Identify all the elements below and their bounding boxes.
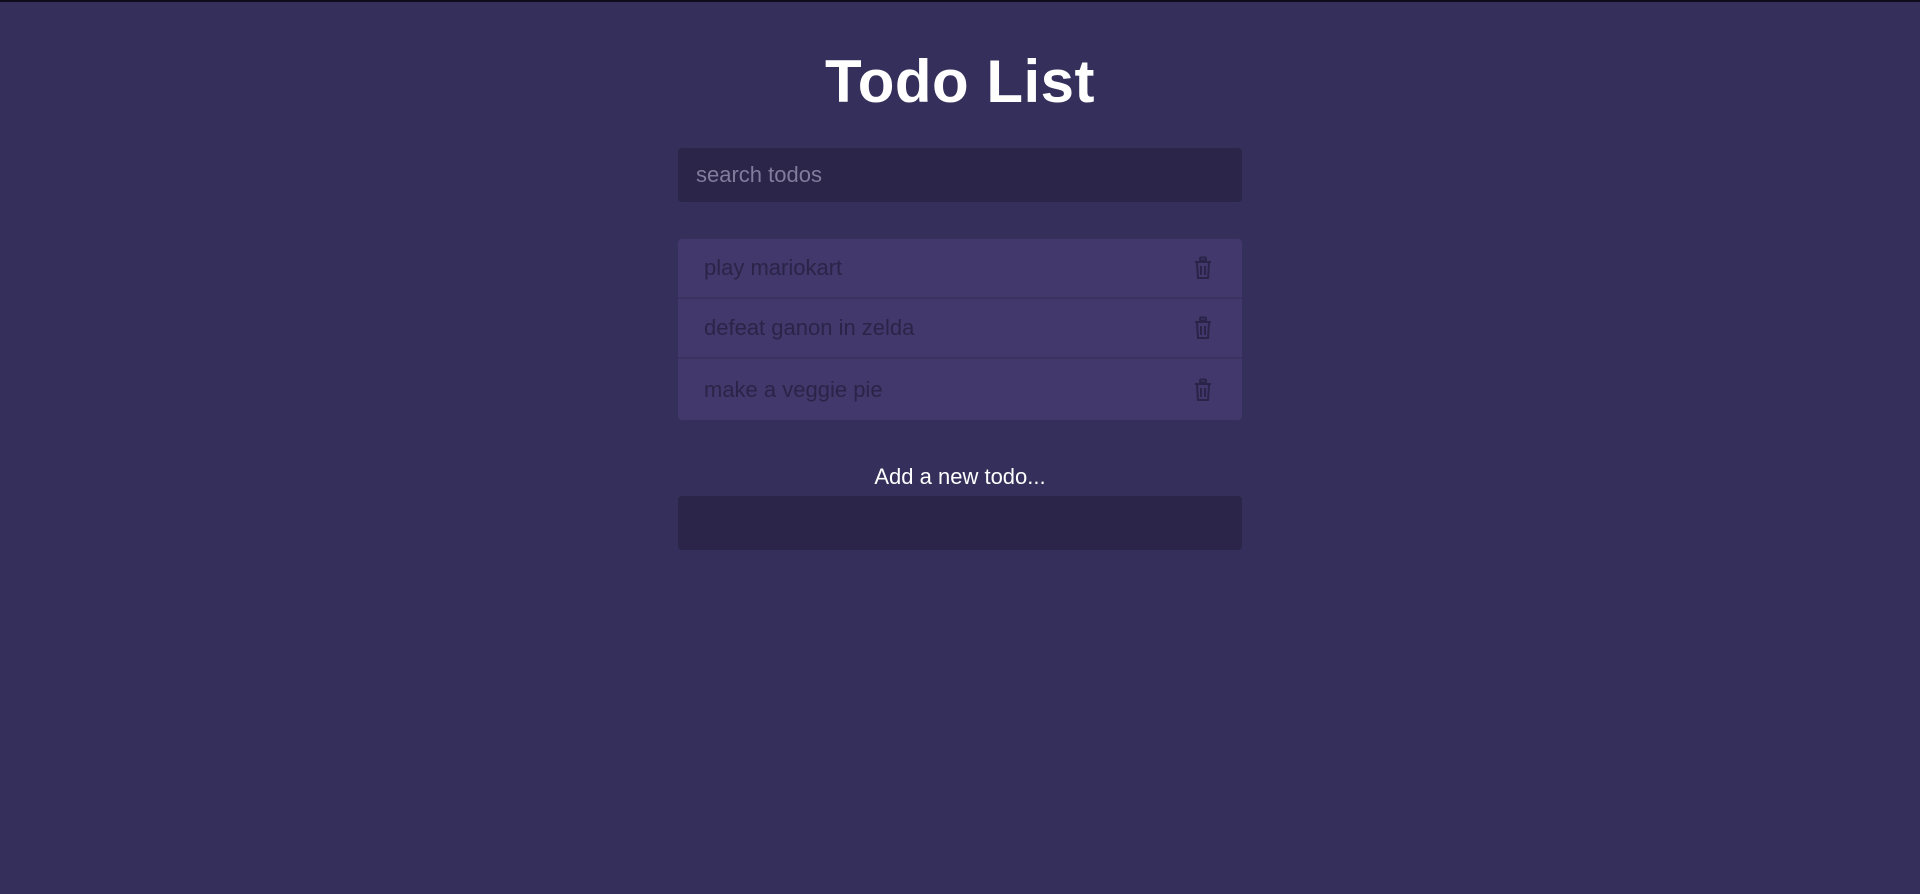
todo-list: play mariokart defeat ganon in zelda mak… [678, 239, 1242, 420]
list-item: play mariokart [678, 239, 1242, 299]
todo-text: play mariokart [704, 255, 843, 280]
todo-text: make a veggie pie [704, 376, 883, 402]
window-top-border [0, 0, 1920, 2]
trash-icon[interactable] [1190, 376, 1216, 404]
add-todo-input[interactable] [678, 496, 1242, 550]
search-input[interactable] [678, 148, 1242, 202]
add-todo-label: Add a new todo... [874, 464, 1046, 489]
todo-text: defeat ganon in zelda [704, 315, 915, 340]
page-title: Todo List [825, 48, 1095, 115]
trash-icon[interactable] [1190, 254, 1216, 282]
trash-icon[interactable] [1190, 314, 1216, 342]
list-item: defeat ganon in zelda [678, 299, 1242, 359]
list-item: make a veggie pie [678, 359, 1242, 420]
